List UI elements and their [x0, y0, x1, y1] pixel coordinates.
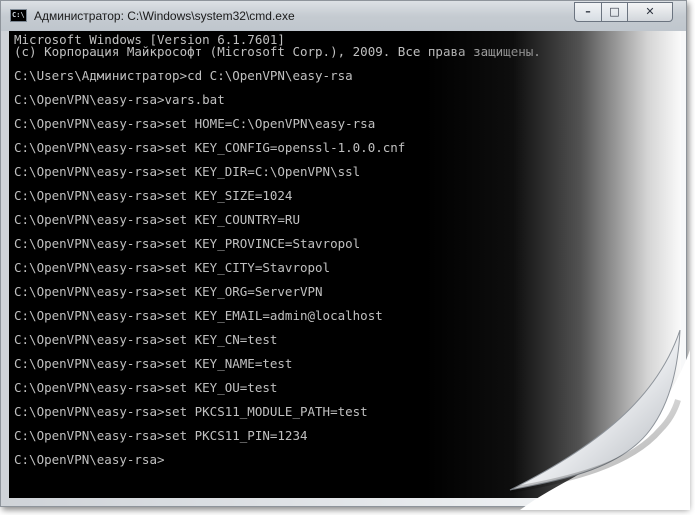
- console-line: C:\OpenVPN\easy-rsa>set PKCS11_PIN=1234: [14, 428, 308, 443]
- console-line: C:\OpenVPN\easy-rsa>set KEY_PROVINCE=Sta…: [14, 236, 361, 251]
- page-curl-decoration: [509, 330, 690, 510]
- console-line: C:\OpenVPN\easy-rsa>set KEY_DIR=C:\OpenV…: [14, 164, 361, 179]
- console-line: C:\OpenVPN\easy-rsa>set KEY_CN=test: [14, 332, 278, 347]
- minimize-button[interactable]: –: [574, 2, 602, 22]
- console-line: C:\OpenVPN\easy-rsa>set KEY_COUNTRY=RU: [14, 212, 300, 227]
- console-line: (c) Корпорация Майкрософт (Microsoft Cor…: [14, 44, 541, 59]
- window-title: Администратор: C:\Windows\system32\cmd.e…: [34, 9, 295, 23]
- console-line: C:\OpenVPN\easy-rsa>set KEY_NAME=test: [14, 356, 293, 371]
- maximize-button[interactable]: □: [601, 2, 628, 22]
- console-line: C:\OpenVPN\easy-rsa>set KEY_CITY=Stavrop…: [14, 260, 331, 275]
- console-line: C:\OpenVPN\easy-rsa>set KEY_OU=test: [14, 380, 278, 395]
- console-line: C:\OpenVPN\easy-rsa>set KEY_CONFIG=opens…: [14, 140, 406, 155]
- title-bar[interactable]: C:\ Администратор: C:\Windows\system32\c…: [1, 1, 686, 31]
- close-button[interactable]: ✕: [627, 2, 673, 22]
- console-line: C:\OpenVPN\easy-rsa>set KEY_EMAIL=admin@…: [14, 308, 383, 323]
- cmd-icon[interactable]: C:\: [10, 9, 27, 22]
- console-line: C:\OpenVPN\easy-rsa>: [14, 452, 165, 467]
- console-line: C:\OpenVPN\easy-rsa>set PKCS11_MODULE_PA…: [14, 404, 368, 419]
- console-line: C:\OpenVPN\easy-rsa>set KEY_ORG=ServerVP…: [14, 284, 323, 299]
- console-line: C:\OpenVPN\easy-rsa>vars.bat: [14, 92, 225, 107]
- console-line: C:\OpenVPN\easy-rsa>set KEY_SIZE=1024: [14, 188, 293, 203]
- console-line: C:\Users\Администратор>cd C:\OpenVPN\eas…: [14, 68, 353, 83]
- console-line: C:\OpenVPN\easy-rsa>set HOME=C:\OpenVPN\…: [14, 116, 376, 131]
